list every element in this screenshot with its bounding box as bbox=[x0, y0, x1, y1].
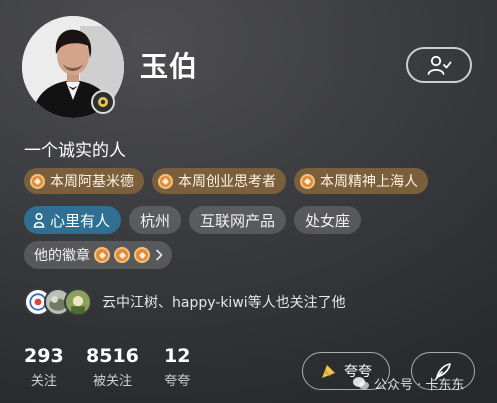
tag-label: 互联网产品 bbox=[200, 211, 276, 230]
tag-row: 心里有人 杭州 互联网产品 处女座 bbox=[24, 206, 362, 234]
medal-icon bbox=[158, 173, 173, 189]
tag-relationship[interactable]: 心里有人 bbox=[24, 206, 122, 234]
tag-location[interactable]: 杭州 bbox=[129, 206, 182, 234]
watermark: 公众号 · 卡东东 bbox=[352, 374, 464, 393]
tag-zodiac[interactable]: 处女座 bbox=[294, 206, 362, 234]
verified-badge-icon bbox=[91, 90, 115, 114]
stat-praised[interactable]: 12 夸夸 bbox=[164, 345, 190, 389]
stat-followers[interactable]: 8516 被关注 bbox=[86, 345, 139, 389]
medal-icon bbox=[300, 173, 315, 189]
medal-badge[interactable]: 本周阿基米德 bbox=[24, 168, 144, 194]
medal-badge[interactable]: 本周创业思考者 bbox=[152, 168, 286, 194]
medal-label: 本周阿基米德 bbox=[50, 174, 134, 190]
chevron-right-icon bbox=[156, 249, 163, 261]
party-horn-icon bbox=[322, 365, 335, 378]
badges-button[interactable]: 他的徽章 bbox=[24, 241, 172, 269]
tag-industry[interactable]: 互联网产品 bbox=[189, 206, 287, 234]
medal-icon bbox=[30, 173, 45, 189]
badges-label: 他的徽章 bbox=[34, 248, 90, 264]
tag-label: 杭州 bbox=[140, 211, 171, 230]
badge-medal-icon bbox=[134, 247, 150, 263]
medal-label: 本周创业思考者 bbox=[178, 174, 276, 190]
profile-name: 玉伯 bbox=[140, 50, 199, 83]
profile-bio: 一个诚实的人 bbox=[24, 141, 126, 161]
mutual-avatar bbox=[64, 288, 92, 316]
badge-medal-icon bbox=[94, 247, 110, 263]
follow-button[interactable] bbox=[406, 47, 472, 83]
person-icon bbox=[33, 212, 45, 228]
stat-following[interactable]: 293 关注 bbox=[24, 345, 64, 389]
mutual-followers[interactable]: 云中江树、happy-kiwi等人也关注了他 bbox=[24, 288, 346, 316]
stat-praised-label: 夸夸 bbox=[164, 374, 191, 389]
tag-label: 处女座 bbox=[305, 211, 351, 230]
mutual-avatars bbox=[24, 288, 92, 316]
follow-person-check-icon bbox=[427, 55, 452, 75]
stat-following-value: 293 bbox=[24, 345, 64, 367]
watermark-text: 公众号 · 卡东东 bbox=[374, 378, 465, 393]
wechat-icon bbox=[353, 377, 369, 390]
medal-badge[interactable]: 本周精神上海人 bbox=[294, 168, 428, 194]
badge-medal-icon bbox=[114, 247, 130, 263]
tag-label: 心里有人 bbox=[50, 211, 111, 230]
mutual-text: 云中江树、happy-kiwi等人也关注了他 bbox=[102, 295, 346, 311]
stat-followers-label: 被关注 bbox=[92, 374, 132, 389]
stat-following-label: 关注 bbox=[30, 374, 57, 389]
medal-row: 本周阿基米德 本周创业思考者 本周精神上海人 bbox=[24, 168, 428, 194]
medal-label: 本周精神上海人 bbox=[320, 174, 418, 190]
stat-praised-value: 12 bbox=[164, 345, 191, 367]
stat-followers-value: 8516 bbox=[86, 345, 139, 367]
